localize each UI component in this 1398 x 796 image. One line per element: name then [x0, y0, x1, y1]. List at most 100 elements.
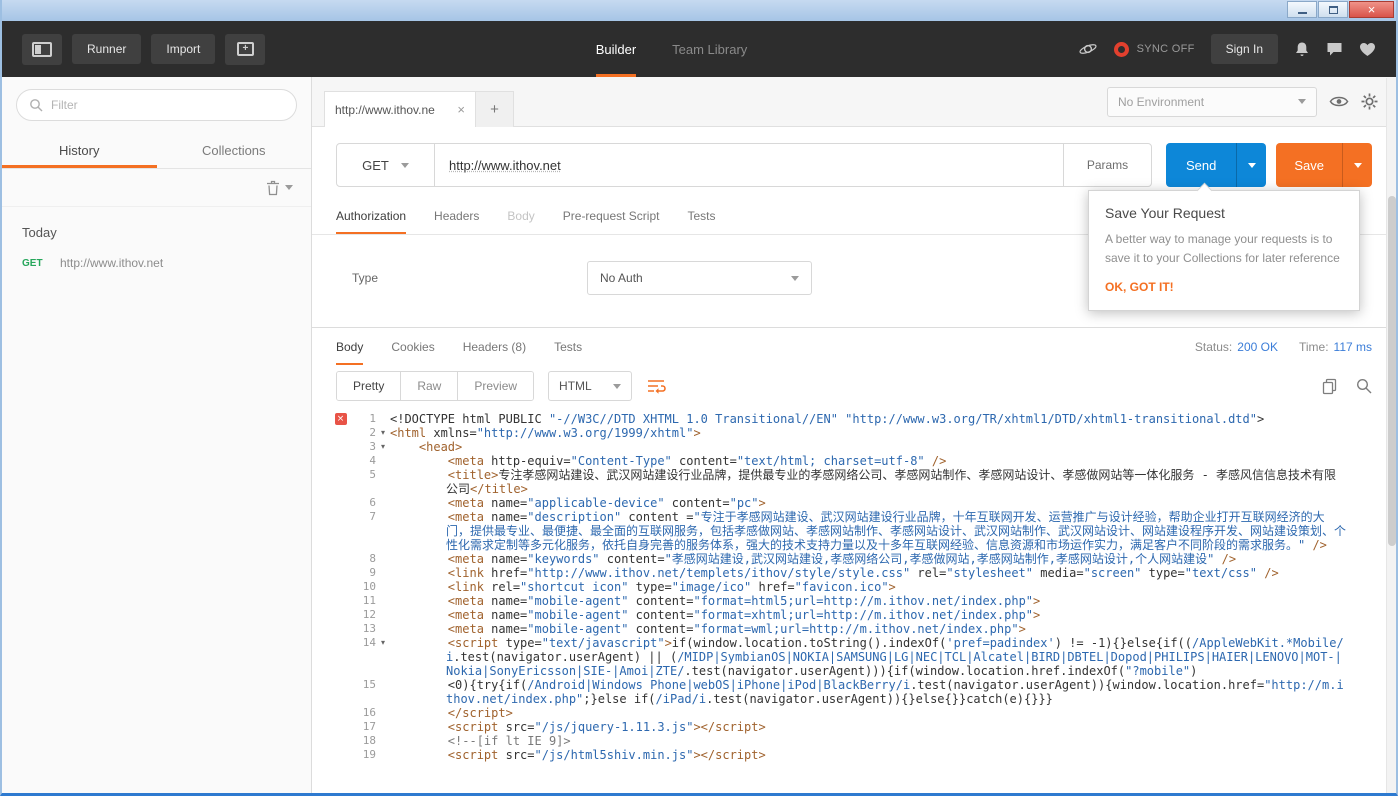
save-options-button[interactable] — [1342, 143, 1372, 187]
save-button[interactable]: Save — [1276, 143, 1342, 187]
sync-status[interactable]: SYNC OFF — [1114, 42, 1195, 57]
close-tab-icon[interactable]: × — [457, 102, 465, 117]
filter-input[interactable] — [51, 98, 284, 112]
sidebar-tabs: History Collections — [2, 133, 311, 169]
code-line: 6 <meta name="applicable-device" content… — [332, 496, 1396, 510]
code-line: 9 <link href="http://www.ithov.net/templ… — [332, 566, 1396, 580]
postman-window: × Runner Import + Builder Team Library S… — [0, 0, 1398, 796]
send-options-button[interactable] — [1236, 143, 1266, 187]
environment-preview-eye-icon[interactable] — [1329, 94, 1349, 109]
environment-select[interactable]: No Environment — [1107, 87, 1317, 117]
fold-arrow-icon — [376, 552, 390, 566]
code-line: 14▾ <script type="text/javascript">if(wi… — [332, 636, 1396, 678]
code-line: 13 <meta name="mobile-agent" content="fo… — [332, 622, 1396, 636]
method-select[interactable]: GET — [337, 144, 435, 186]
request-tab-label: http://www.ithov.ne — [335, 103, 435, 117]
line-number: 17 — [349, 720, 376, 734]
search-response-icon[interactable] — [1356, 378, 1372, 394]
preview-button[interactable]: Preview — [458, 372, 533, 400]
tab-response-tests[interactable]: Tests — [554, 328, 582, 365]
toolbar-left-group: Runner Import + — [22, 34, 265, 65]
sign-in-button[interactable]: Sign In — [1211, 34, 1278, 64]
runner-button[interactable]: Runner — [72, 34, 141, 64]
window-maximize-button[interactable] — [1318, 1, 1348, 18]
feedback-chat-icon[interactable] — [1326, 41, 1343, 57]
line-number: 18 — [349, 734, 376, 748]
gutter: 14▾ — [332, 636, 390, 678]
environment-controls: No Environment — [1107, 87, 1396, 117]
error-marker-icon: × — [335, 413, 347, 425]
line-number: 12 — [349, 608, 376, 622]
time-value: 117 ms — [1334, 340, 1372, 354]
pretty-button[interactable]: Pretty — [337, 372, 401, 400]
code-text: <meta name="mobile-agent" content="forma… — [390, 594, 1396, 608]
auth-type-label: Type — [352, 271, 587, 285]
scrollbar-thumb[interactable] — [1388, 196, 1396, 546]
response-toolbar-right — [1322, 378, 1372, 395]
raw-button[interactable]: Raw — [401, 372, 458, 400]
favorites-heart-icon[interactable] — [1359, 42, 1376, 57]
wrap-text-icon[interactable] — [646, 377, 666, 395]
line-number: 19 — [349, 748, 376, 762]
line-number: 9 — [349, 566, 376, 580]
code-text: <head> — [390, 440, 1396, 454]
fold-arrow-icon — [376, 622, 390, 636]
fold-arrow-icon[interactable]: ▾ — [376, 636, 390, 678]
gutter: 9 — [332, 566, 390, 580]
chevron-down-icon — [1248, 163, 1256, 168]
code-text: <title>专注孝感网站建设、武汉网站建设行业品牌，提供最专业的孝感网络公司、… — [390, 468, 1396, 496]
fold-arrow-icon[interactable]: ▾ — [376, 440, 390, 454]
code-line: 11 <meta name="mobile-agent" content="fo… — [332, 594, 1396, 608]
import-button[interactable]: Import — [151, 34, 215, 64]
code-text: <link rel="shortcut icon" type="image/ic… — [390, 580, 1396, 594]
interceptor-icon[interactable] — [1078, 40, 1098, 58]
auth-type-select[interactable]: No Auth — [587, 261, 812, 295]
tab-headers[interactable]: Headers — [434, 197, 479, 234]
scrollbar[interactable] — [1386, 78, 1396, 793]
language-select[interactable]: HTML — [548, 371, 632, 401]
params-button[interactable]: Params — [1063, 144, 1151, 186]
tab-authorization[interactable]: Authorization — [336, 197, 406, 234]
fold-arrow-icon — [376, 720, 390, 734]
window-titlebar[interactable]: × — [2, 0, 1396, 21]
tab-builder[interactable]: Builder — [596, 21, 636, 77]
tab-tests[interactable]: Tests — [687, 197, 715, 234]
tab-response-cookies[interactable]: Cookies — [391, 328, 434, 365]
sidebar-toggle-button[interactable] — [22, 34, 62, 65]
fold-arrow-icon — [376, 412, 390, 426]
tab-response-headers[interactable]: Headers (8) — [463, 328, 526, 365]
copy-icon[interactable] — [1322, 378, 1338, 395]
window-minimize-button[interactable] — [1287, 1, 1317, 18]
clear-history-trash-icon[interactable] — [266, 180, 280, 196]
send-button[interactable]: Send — [1166, 143, 1236, 187]
notifications-bell-icon[interactable] — [1294, 41, 1310, 58]
tab-history[interactable]: History — [2, 133, 157, 168]
maximize-icon — [1329, 6, 1338, 14]
code-text: <script type="text/javascript">if(window… — [390, 636, 1396, 678]
sidebar: History Collections Today GET http://www… — [2, 77, 312, 793]
line-number: 11 — [349, 594, 376, 608]
fold-arrow-icon[interactable]: ▾ — [376, 426, 390, 440]
tab-response-body[interactable]: Body — [336, 328, 363, 365]
status-label: Status: — [1195, 340, 1232, 354]
window-close-button[interactable]: × — [1349, 1, 1394, 18]
url-input[interactable] — [435, 144, 1063, 186]
code-line: 18 <!--[if lt IE 9]> — [332, 734, 1396, 748]
tab-collections[interactable]: Collections — [157, 133, 312, 168]
new-tab-button[interactable]: + — [476, 91, 514, 127]
line-number: 8 — [349, 552, 376, 566]
popover-dismiss-button[interactable]: OK, GOT IT! — [1105, 280, 1343, 294]
code-text: <script src="/js/jquery-1.11.3.js"></scr… — [390, 720, 1396, 734]
chevron-down-icon[interactable] — [285, 185, 293, 190]
gutter: ×1 — [332, 412, 390, 426]
fold-arrow-icon — [376, 678, 390, 706]
tab-team-library[interactable]: Team Library — [672, 21, 747, 77]
settings-gear-icon[interactable] — [1361, 93, 1378, 110]
request-tab[interactable]: http://www.ithov.ne × — [324, 91, 476, 127]
gutter: 7 — [332, 510, 390, 552]
new-window-button[interactable]: + — [225, 34, 265, 65]
tab-body[interactable]: Body — [507, 197, 534, 234]
history-item[interactable]: GET http://www.ithov.net — [2, 250, 311, 276]
tab-pre-request-script[interactable]: Pre-request Script — [563, 197, 660, 234]
chevron-down-icon — [791, 276, 799, 281]
